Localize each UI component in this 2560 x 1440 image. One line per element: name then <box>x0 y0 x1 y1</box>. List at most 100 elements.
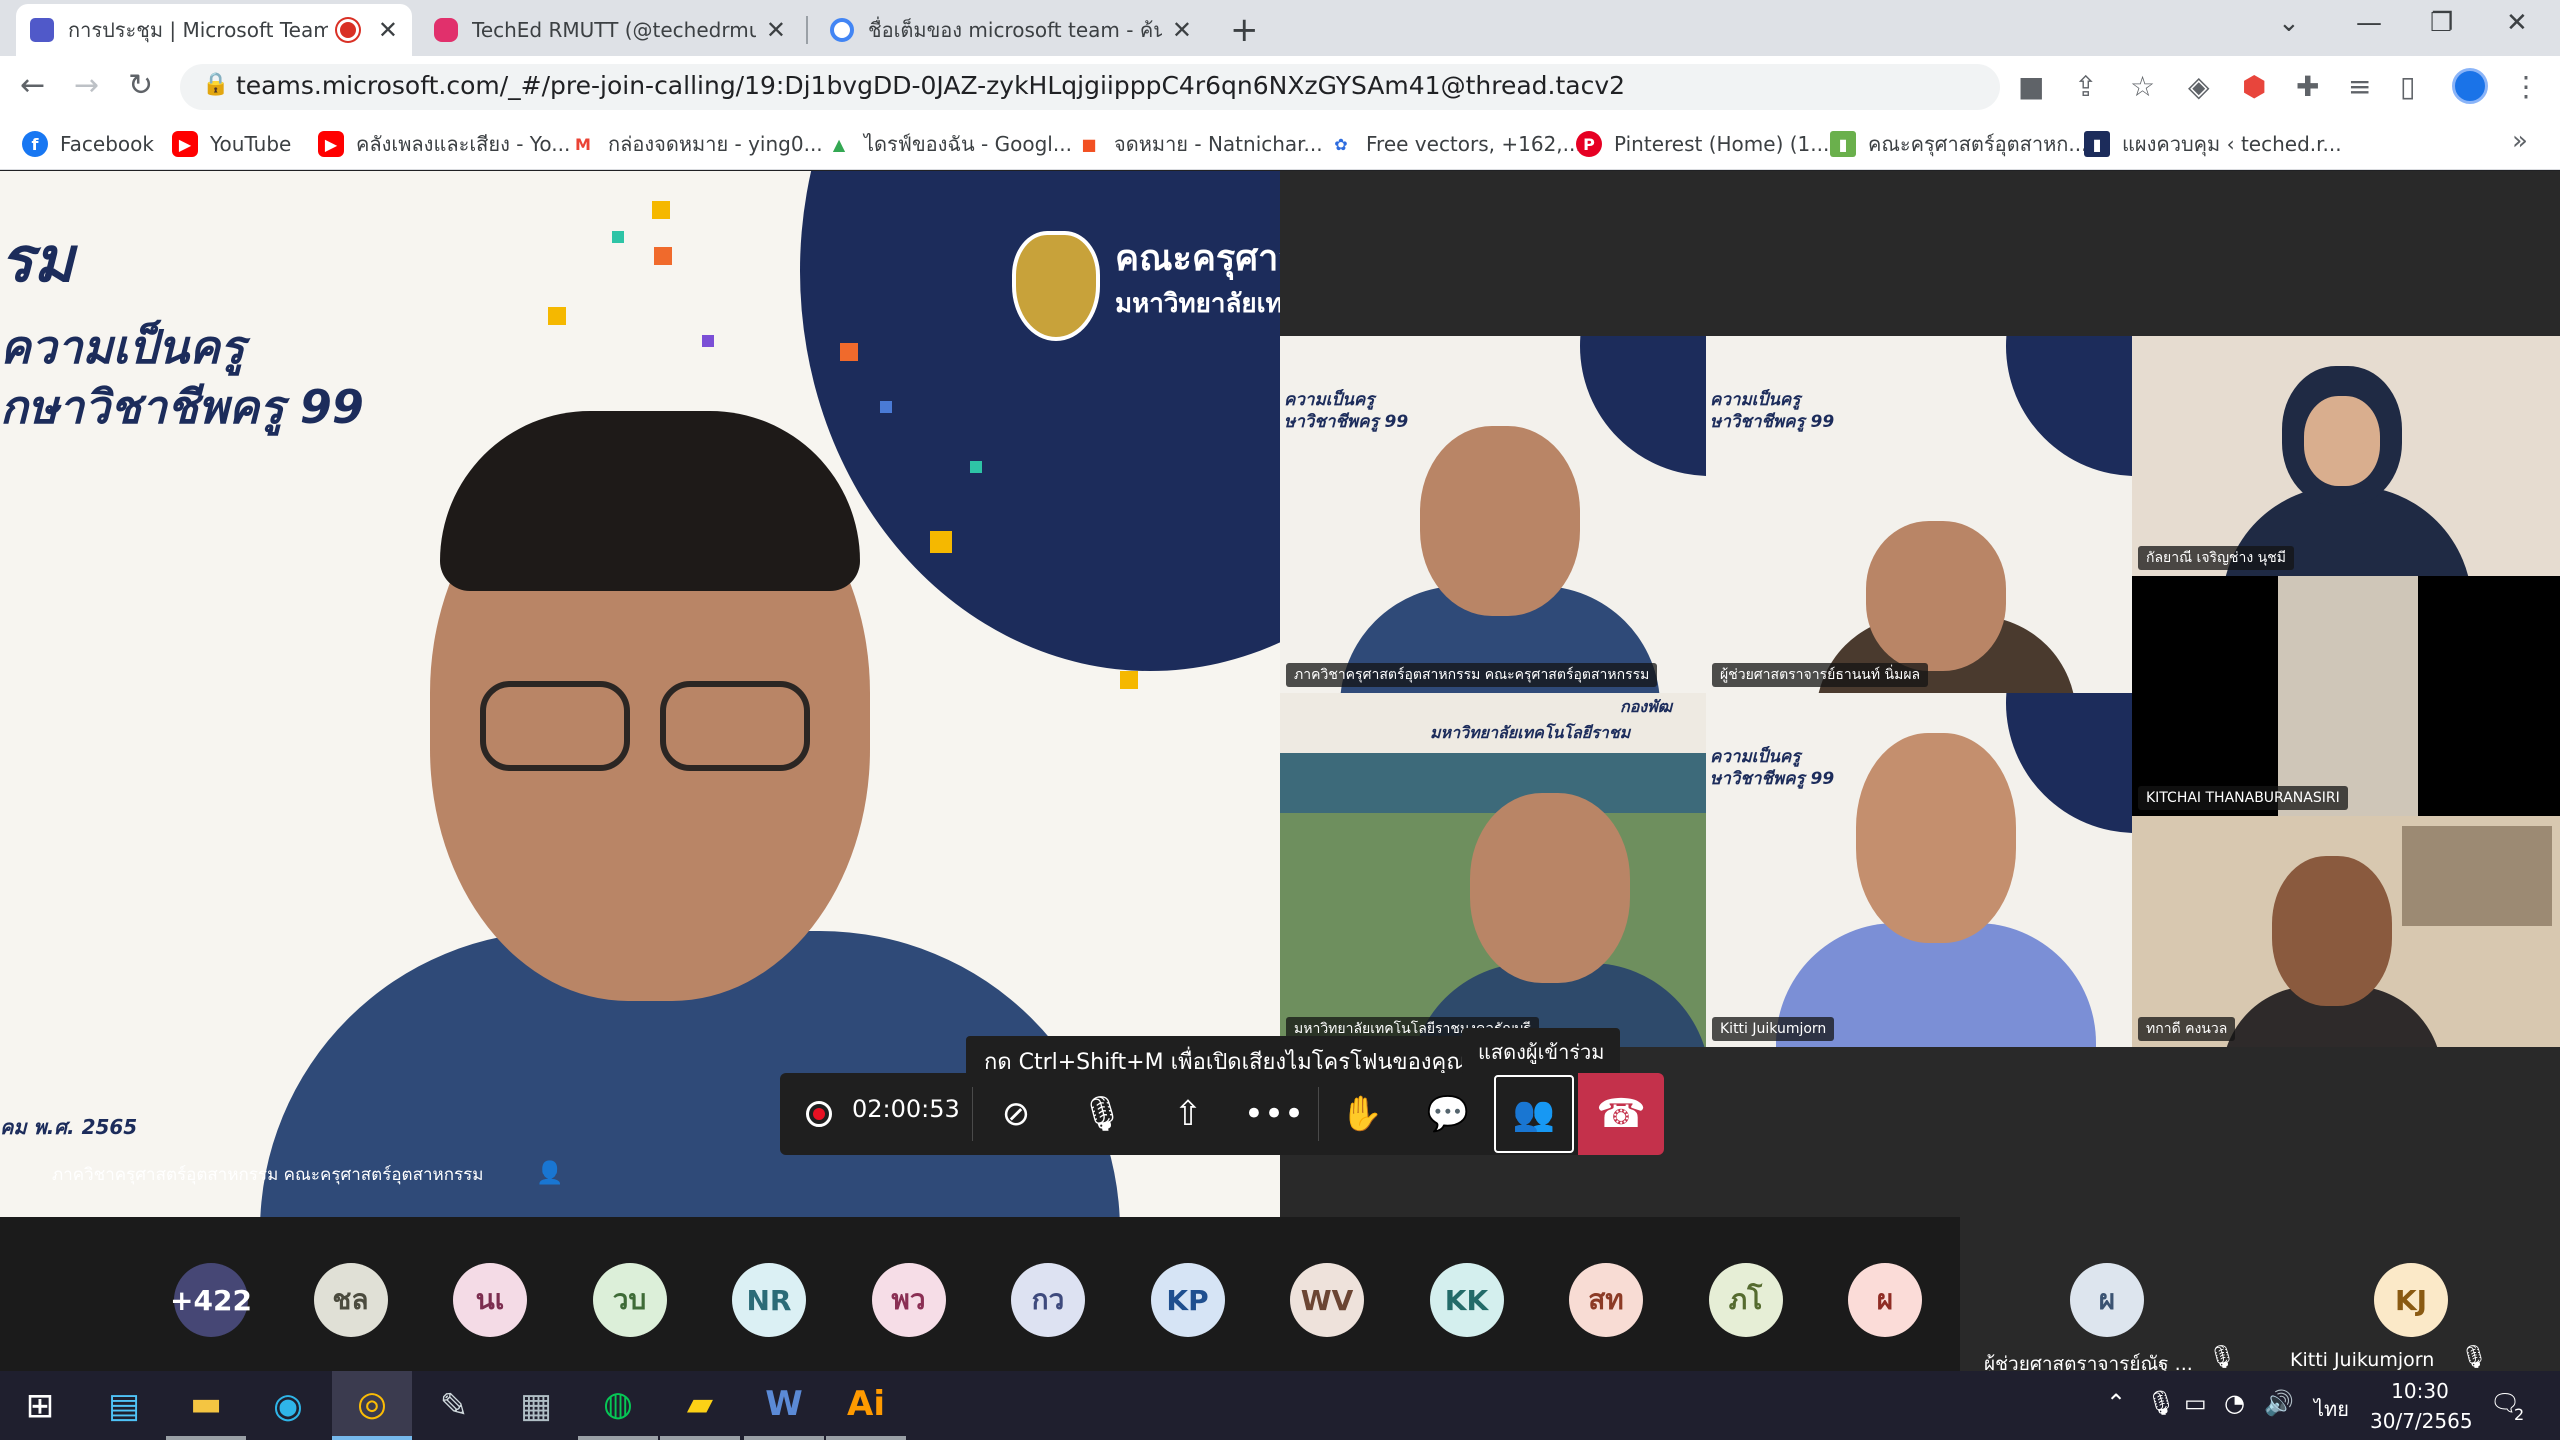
video-tile[interactable]: ความเป็นครู ษาวิชาชีพครู 99 ผู้ช่วยศาสตร… <box>1706 336 2132 693</box>
profile-avatar[interactable] <box>2452 68 2488 104</box>
clock-time[interactable]: 10:30 <box>2370 1379 2470 1403</box>
close-window-icon[interactable]: ✕ <box>2506 8 2528 38</box>
tile-banner-text: ษาวิชาชีพครู 99 <box>1710 769 1835 789</box>
taskbar-printer[interactable]: ▦ <box>496 1371 576 1440</box>
taskbar-edge[interactable]: ◉ <box>248 1371 328 1440</box>
address-bar[interactable]: 🔒 teams.microsoft.com/_#/pre-join-callin… <box>180 64 2155 110</box>
bookmark-free-vectors[interactable]: ✿ Free vectors, +162,... <box>1328 126 1582 162</box>
bookmark-outlook-mail[interactable]: ■ จดหมาย - Natnichar... <box>1076 126 1323 162</box>
tab-google-search[interactable]: ชื่อเต็มของ microsoft team - ค้นหาด้วย ✕ <box>816 4 1206 56</box>
media-control-icon[interactable]: ≡ <box>2348 70 2371 103</box>
reload-icon[interactable]: ↻ <box>128 68 153 103</box>
show-hidden-icons-chevron-icon[interactable]: ⌃ <box>2106 1389 2126 1417</box>
close-tab-icon[interactable]: ✕ <box>766 16 786 44</box>
bookmark-google-drive[interactable]: ▲ ไดรฟ์ของฉัน - Googl... <box>826 126 1072 162</box>
forward-icon[interactable]: → <box>74 68 99 103</box>
back-icon[interactable]: ← <box>20 68 45 103</box>
lock-icon[interactable]: 🔒 <box>202 72 229 97</box>
camera-toggle-button[interactable]: ⊘ <box>976 1073 1056 1155</box>
youtube-icon: ▶ <box>172 131 198 157</box>
sticky-notes-icon: ▰ <box>686 1383 714 1424</box>
participant-face <box>1470 793 1630 983</box>
tile-banner-text: มหาวิทยาลัยเทคโนโลยีราชม <box>1430 723 1631 742</box>
video-tile[interactable]: ความเป็นครู ษาวิชาชีพครู 99 ภาควิชาครุศา… <box>1280 336 1706 693</box>
video-tile[interactable]: ความเป็นครู ษาวิชาชีพครู 99 Kitti Juikum… <box>1706 693 2132 1047</box>
video-tile[interactable]: กัลยาณี เจริญช่าง นุชมี <box>2132 336 2560 576</box>
share-tray-icon: ⇧ <box>1173 1094 1203 1134</box>
close-tab-icon[interactable]: ✕ <box>378 16 398 44</box>
restore-icon[interactable]: ❐ <box>2430 8 2453 38</box>
side-panel-icon[interactable]: ▯ <box>2400 70 2415 103</box>
wifi-icon[interactable]: ◔ <box>2224 1389 2245 1417</box>
attendee-avatar[interactable]: กว <box>1011 1263 1085 1337</box>
banner-blue-shape <box>2006 693 2132 833</box>
more-bookmarks-icon[interactable]: » <box>2512 126 2528 156</box>
close-tab-icon[interactable]: ✕ <box>1172 16 1192 44</box>
video-tile[interactable]: กองพัฒ มหาวิทยาลัยเทคโนโลยีราชม มหาวิทยา… <box>1280 693 1706 1047</box>
start-button[interactable]: ⊞ <box>0 1371 80 1440</box>
tab-techedrmutt[interactable]: TechEd RMUTT (@techedrmutt) • ✕ <box>420 4 800 56</box>
bookmark-teched-dashboard[interactable]: ▮ แผงควบคุม ‹ teched.r... <box>2084 126 2342 162</box>
bookmark-facebook[interactable]: f Facebook <box>22 126 154 162</box>
taskbar-chrome[interactable]: ◎ <box>332 1371 412 1440</box>
pinned-avatar[interactable]: KJ <box>2374 1263 2448 1337</box>
bookmark-youtube[interactable]: ▶ YouTube <box>172 126 291 162</box>
attendee-avatar[interactable]: NR <box>732 1263 806 1337</box>
extensions-puzzle-icon[interactable]: ✚ <box>2296 70 2319 103</box>
gmail-icon: M <box>570 131 596 157</box>
bookmark-pinterest[interactable]: P Pinterest (Home) (1... <box>1576 126 1829 162</box>
microphone-tray-icon[interactable]: 🎙 <box>2146 1389 2176 1417</box>
share-content-button[interactable]: ⇧ <box>1148 1073 1228 1155</box>
attendee-avatar[interactable]: นเ <box>453 1263 527 1337</box>
pinned-avatar[interactable]: ผ <box>2070 1263 2144 1337</box>
attendee-avatar[interactable]: ผ <box>1848 1263 1922 1337</box>
bookmark-star-icon[interactable]: ☆ <box>2130 70 2155 103</box>
attendee-avatar[interactable]: WV <box>1290 1263 1364 1337</box>
battery-icon[interactable]: ▭ <box>2184 1389 2207 1417</box>
chrome-menu-icon[interactable]: ⋮ <box>2512 70 2540 103</box>
university-name: มหาวิทยาลัยเทค <box>1115 289 1280 319</box>
attendee-avatar[interactable]: พว <box>871 1263 946 1337</box>
bookmark-faculty-site[interactable]: ▮ คณะครุศาสตร์อุตสาหก... <box>1830 126 2087 162</box>
attendee-avatar[interactable]: สท <box>1569 1263 1643 1337</box>
more-attendees-count[interactable]: +422 <box>170 1263 252 1337</box>
attendee-avatar[interactable]: KP <box>1150 1263 1225 1337</box>
minimize-icon[interactable]: — <box>2356 8 2382 38</box>
share-page-icon[interactable]: ⇪ <box>2074 70 2097 103</box>
taskbar-sticky-notes[interactable]: ▰ <box>660 1371 740 1440</box>
taskbar-file-explorer[interactable]: ▬ <box>166 1371 246 1440</box>
taskbar-paint[interactable]: ✎ <box>414 1371 494 1440</box>
clock-date[interactable]: 30/7/2565 <box>2370 1409 2473 1433</box>
volume-icon[interactable]: 🔊 <box>2264 1389 2294 1417</box>
attendee-avatar[interactable]: ชล <box>313 1263 388 1337</box>
taskbar-illustrator[interactable]: Ai <box>826 1371 906 1440</box>
camera-in-use-icon[interactable]: ■ <box>2018 70 2044 103</box>
taskbar-line[interactable]: ◍ <box>578 1371 658 1440</box>
tab-microsoft-teams[interactable]: การประชุม | Microsoft Teams ✕ <box>16 4 412 56</box>
mic-toggle-button[interactable]: 🎙 <box>1062 1073 1142 1155</box>
attendee-avatar[interactable]: ภโ <box>1708 1263 1783 1337</box>
more-actions-button[interactable]: ••• <box>1234 1073 1314 1155</box>
microsoft-icon: ■ <box>1076 131 1102 157</box>
video-tile[interactable]: ทกาดี คงนวล <box>2132 816 2560 1047</box>
adblock-icon[interactable]: ⬢ <box>2242 70 2266 103</box>
input-language[interactable]: ไทย <box>2314 1393 2349 1425</box>
taskbar-contacts[interactable]: ▤ <box>84 1371 164 1440</box>
tab-search-icon[interactable]: ⌄ <box>2278 8 2300 38</box>
taskbar-word[interactable]: W <box>744 1371 824 1440</box>
video-tile[interactable]: KITCHAI THANABURANASIRI <box>2132 576 2560 816</box>
mic-off-icon: 🎙 <box>2208 1345 2236 1370</box>
bookmark-gmail[interactable]: M กล่องจดหมาย - ying0... <box>570 126 823 162</box>
windows-logo-icon: ⊞ <box>25 1385 55 1426</box>
participants-button[interactable]: 👥 <box>1494 1075 1574 1153</box>
attendee-avatar[interactable]: KK <box>1429 1263 1504 1337</box>
extension-shield-icon[interactable]: ◈ <box>2188 70 2210 103</box>
leave-call-button[interactable]: ☎ <box>1578 1073 1664 1155</box>
chat-button[interactable]: 💬 <box>1408 1073 1488 1155</box>
new-tab-button[interactable]: + <box>1230 10 1259 50</box>
divider <box>972 1087 973 1141</box>
attendee-avatar[interactable]: วบ <box>592 1263 667 1337</box>
bookmark-youtube-music-library[interactable]: ▶ คลังเพลงและเสียง - Yo... <box>318 126 570 162</box>
tile-banner-text: กองพัฒ <box>1620 697 1673 716</box>
raise-hand-button[interactable]: ✋ <box>1322 1073 1402 1155</box>
